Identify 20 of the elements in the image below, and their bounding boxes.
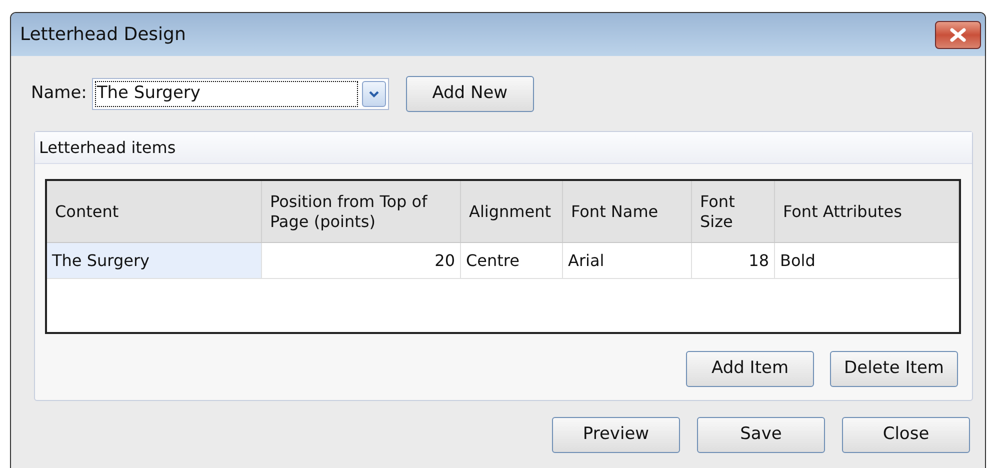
dialog-button[interactable]: Preview xyxy=(552,417,680,453)
group-title: Letterhead items xyxy=(39,136,176,158)
name-dropdown[interactable]: The Surgery xyxy=(92,78,389,110)
table-action-button[interactable]: Delete Item xyxy=(830,351,958,387)
chevron-down-icon xyxy=(368,90,379,98)
column-header[interactable]: Font Name xyxy=(563,181,692,242)
column-header[interactable]: Alignment xyxy=(461,181,563,242)
close-button[interactable] xyxy=(935,20,981,48)
table-cell: The Surgery xyxy=(47,243,262,278)
column-header[interactable]: Position from Top of Page (points) xyxy=(262,181,461,242)
table-action-button[interactable]: Add Item xyxy=(686,351,814,387)
close-icon xyxy=(949,28,967,42)
column-header[interactable]: Font Attributes xyxy=(775,181,959,242)
column-header[interactable]: Content xyxy=(47,181,262,242)
column-header[interactable]: Font Size xyxy=(692,181,775,242)
name-label: Name: xyxy=(31,82,87,106)
add-new-button[interactable]: Add New xyxy=(406,76,534,112)
dialog-button[interactable]: Save xyxy=(697,417,825,453)
window-title: Letterhead Design xyxy=(20,23,186,47)
dialog-button[interactable]: Close xyxy=(842,417,970,453)
